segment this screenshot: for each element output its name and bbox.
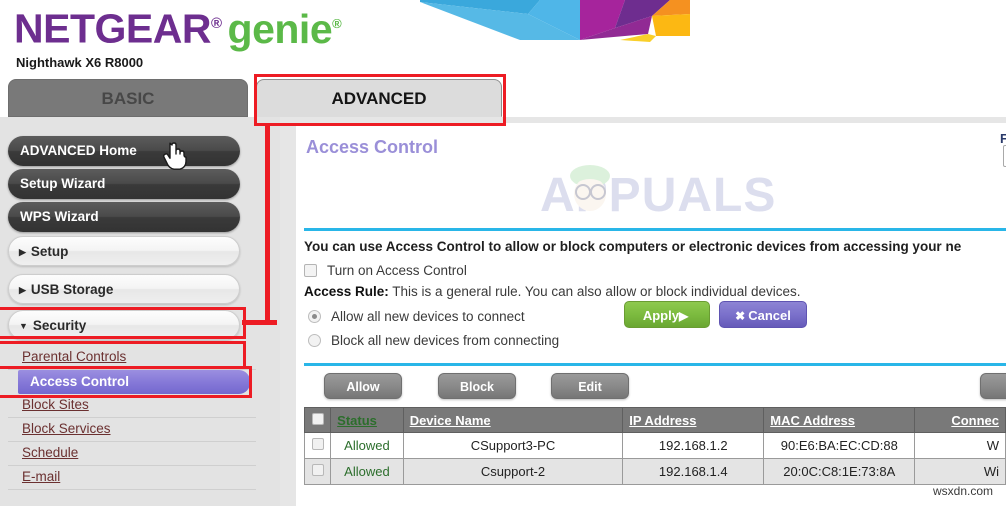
row-checkbox-cell[interactable]	[303, 458, 332, 485]
tab-basic[interactable]: BASIC	[8, 79, 248, 117]
row-device-name: Csupport-2	[402, 458, 624, 485]
access-rule-bold-label: Access Rule:	[304, 284, 389, 299]
mouse-cursor-hand-icon	[163, 142, 187, 170]
page-title: Access Control	[306, 137, 439, 157]
cancel-button[interactable]: ✖ Cancel	[719, 301, 807, 328]
section-divider-bottom	[304, 363, 1006, 366]
intro-description: You can use Access Control to allow or b…	[304, 239, 962, 254]
row-status: Allowed	[330, 458, 404, 485]
sidebar-divider	[8, 489, 256, 490]
table-header-connection[interactable]: Connec	[914, 407, 1006, 433]
registered-mark-icon-2: ®	[332, 16, 342, 31]
sidebar-item-advanced-home[interactable]: ADVANCED Home	[8, 136, 240, 166]
annotation-box-security	[0, 307, 246, 339]
source-watermark: wsxdn.com	[933, 484, 994, 498]
sidebar-item-label: USB Storage	[30, 282, 114, 297]
radio-block-new-devices[interactable]	[308, 334, 321, 347]
table-row[interactable]: Allowed Csupport-2 192.168.1.4 20:0C:C8:…	[303, 458, 1006, 485]
row-status: Allowed	[330, 432, 404, 459]
table-header-select-all[interactable]	[303, 407, 332, 433]
row-checkbox-cell[interactable]	[303, 432, 332, 459]
sidebar-item-label: Setup	[30, 244, 69, 259]
radio-block-label: Block all new devices from connecting	[331, 333, 560, 348]
section-divider-top	[304, 228, 1006, 231]
registered-mark-icon: ®	[210, 15, 222, 32]
block-button[interactable]: Block	[438, 373, 516, 399]
radio-block-new-devices-row[interactable]: Block all new devices from connecting	[308, 333, 559, 348]
sidebar-item-label: ADVANCED Home	[20, 143, 137, 158]
row-mac-address: 20:0C:C8:1E:73:8A	[763, 458, 916, 485]
radio-allow-label: Allow all new devices to connect	[331, 309, 525, 324]
sidebar-item-email[interactable]: E-mail	[22, 465, 254, 489]
main-content-panel: Access Control F Apply▶ ✖ Cancel You can …	[296, 123, 1006, 506]
device-table: Status Device Name IP Address MAC Addres…	[303, 407, 1006, 485]
row-ip-address: 192.168.1.2	[622, 432, 765, 459]
radio-allow-new-devices-row[interactable]: Allow all new devices to connect	[308, 309, 525, 324]
firmware-label-partial: F	[1000, 131, 1006, 146]
allow-button[interactable]: Allow	[324, 373, 402, 399]
sidebar-item-setup[interactable]: ▶ Setup	[8, 236, 240, 266]
refresh-button-cutoff[interactable]	[980, 373, 1006, 399]
annotation-connector-line	[265, 126, 270, 325]
annotation-box-parental-controls	[0, 341, 246, 369]
table-header-ip-address[interactable]: IP Address	[622, 407, 765, 433]
turn-on-access-control-row[interactable]: Turn on Access Control	[304, 262, 467, 282]
access-rule-text: This is a general rule. You can also all…	[388, 284, 801, 299]
sidebar-item-block-services[interactable]: Block Services	[22, 417, 254, 441]
router-model-label: Nighthawk X6 R8000	[16, 55, 144, 70]
row-connection: W	[914, 432, 1006, 459]
arrow-right-icon: ▶	[678, 309, 689, 323]
table-header-mac-address[interactable]: MAC Address	[763, 407, 916, 433]
logo-netgear-text: NETGEAR	[14, 5, 211, 52]
sidebar-item-label: Setup Wizard	[20, 176, 106, 191]
row-device-name: CSupport3-PC	[402, 432, 624, 459]
table-header-status[interactable]: Status	[330, 407, 404, 433]
decorative-polygon-graphic	[420, 0, 690, 42]
annotation-connector-security	[242, 320, 270, 325]
netgear-genie-screenshot: NETGEAR® genie® Nighthawk X6 R8000 BASIC …	[0, 0, 1006, 506]
sidebar-item-setup-wizard[interactable]: Setup Wizard	[8, 169, 240, 199]
select-all-checkbox[interactable]	[311, 412, 324, 425]
annotation-box-access-control	[0, 366, 252, 398]
annotation-box-advanced-tab	[254, 74, 506, 126]
logo-genie-text: genie	[227, 5, 333, 52]
access-rule-description: Access Rule: This is a general rule. You…	[304, 284, 801, 299]
sidebar-item-usb-storage[interactable]: ▶ USB Storage	[8, 274, 240, 304]
turn-on-access-control-label: Turn on Access Control	[327, 263, 467, 278]
table-header-device-name[interactable]: Device Name	[402, 407, 624, 433]
chevron-right-icon: ▶	[19, 285, 26, 295]
edit-button[interactable]: Edit	[551, 373, 629, 399]
apply-button-label: Apply	[642, 308, 679, 323]
page-header: NETGEAR® genie® Nighthawk X6 R8000	[0, 0, 1006, 75]
sidebar-item-wps-wizard[interactable]: WPS Wizard	[8, 202, 240, 232]
close-x-icon: ✖	[735, 309, 746, 323]
radio-allow-new-devices[interactable]	[308, 310, 321, 323]
sidebar-item-label: WPS Wizard	[20, 209, 99, 224]
row-checkbox[interactable]	[311, 464, 324, 476]
table-header-row: Status Device Name IP Address MAC Addres…	[303, 407, 1006, 433]
row-mac-address: 90:E6:BA:EC:CD:88	[763, 432, 916, 459]
table-row[interactable]: Allowed CSupport3-PC 192.168.1.2 90:E6:B…	[303, 432, 1006, 459]
sidebar-item-schedule[interactable]: Schedule	[22, 441, 254, 465]
apply-button[interactable]: Apply▶	[624, 301, 710, 328]
netgear-genie-logo: NETGEAR® genie®	[14, 2, 342, 52]
row-checkbox[interactable]	[311, 438, 324, 450]
turn-on-access-control-checkbox[interactable]	[304, 264, 317, 277]
row-connection: Wi	[914, 458, 1006, 485]
chevron-right-icon: ▶	[19, 247, 26, 257]
cancel-button-label: Cancel	[748, 308, 791, 323]
row-ip-address: 192.168.1.4	[622, 458, 765, 485]
